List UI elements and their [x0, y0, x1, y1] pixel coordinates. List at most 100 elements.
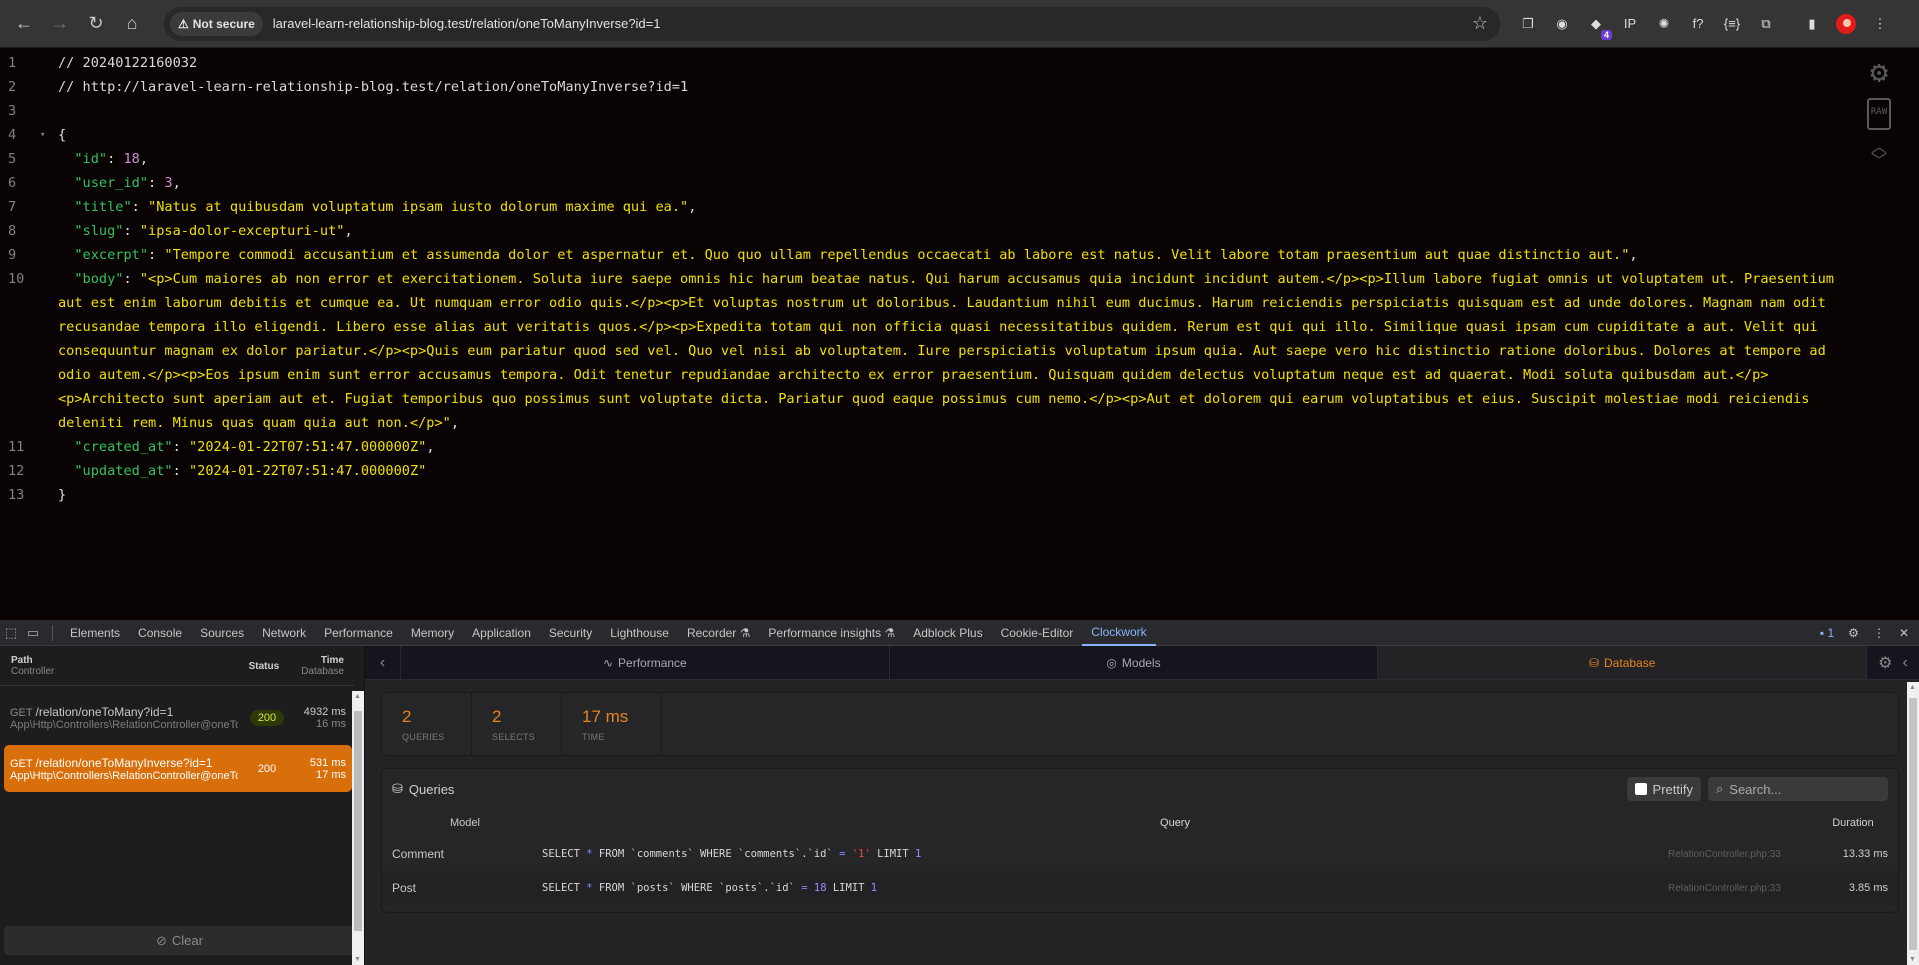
prettify-checkbox[interactable] — [1634, 783, 1647, 795]
sql-token: FROM `comments` WHERE `comments`.`id` — [592, 848, 840, 860]
scroll-down-arrow-icon: ▼ — [1909, 956, 1916, 963]
code-line: 13} — [0, 483, 1919, 507]
address-bar[interactable]: ⚠ Not secure laravel-learn-relationship-b… — [164, 6, 1500, 41]
header-status: Status — [248, 661, 280, 672]
code-content: "excerpt": "Tempore commodi accusantium … — [58, 243, 1919, 267]
devtools-tab[interactable]: Network — [253, 620, 315, 646]
devtools-tab[interactable]: Security — [540, 620, 601, 646]
column-model[interactable]: Model — [382, 817, 542, 829]
request-row[interactable]: GET /relation/oneToMany?id=1 App\Http\Con… — [4, 694, 352, 741]
main-scrollbar[interactable]: ▲ ▼ — [1907, 682, 1919, 965]
scroll-thumb[interactable] — [1909, 698, 1917, 950]
home-button[interactable]: ⌂ — [116, 8, 148, 40]
expand-chevron-down-icon[interactable]: ﹀ — [1871, 153, 1887, 169]
prettify-toggle[interactable]: Prettify — [1626, 777, 1701, 801]
devtools-menu-icon[interactable]: ⋮ — [1873, 626, 1885, 640]
json-token: // 20240122160032 — [58, 55, 198, 71]
bookmark-star-icon[interactable]: ☆ — [1472, 13, 1488, 34]
column-duration[interactable]: Duration — [1808, 817, 1898, 829]
clear-button[interactable]: ⊘ Clear — [4, 926, 355, 955]
ip-extension-icon[interactable]: IP — [1620, 14, 1640, 34]
models-icon: ◎ — [1106, 655, 1117, 670]
request-time: 531 ms — [309, 756, 346, 769]
url-text[interactable]: laravel-learn-relationship-blog.test/rel… — [273, 16, 1472, 31]
scroll-thumb[interactable] — [354, 711, 362, 931]
stat-time: 17 ms TIME — [562, 693, 662, 755]
devtools-tab[interactable]: Recorder ⚗ — [678, 620, 759, 646]
code-line: 9 "excerpt": "Tempore commodi accusantiu… — [0, 243, 1919, 267]
query-source-link[interactable]: RelationController.php:33 — [1668, 883, 1808, 894]
code-content: "updated_at": "2024-01-22T07:51:47.00000… — [58, 459, 1919, 483]
column-query[interactable]: Query — [542, 817, 1808, 829]
devtools-tab[interactable]: Lighthouse — [601, 620, 678, 646]
raw-view-icon[interactable]: RAW — [1867, 98, 1891, 130]
spy-extension-icon[interactable]: ◉ — [1552, 14, 1572, 34]
request-controller: App\Http\Controllers\RelationController@… — [10, 769, 238, 782]
color-picker-extension-icon[interactable]: ✺ — [1654, 14, 1674, 34]
header-controller: Controller — [11, 666, 55, 677]
line-number: 9 — [8, 247, 17, 263]
viewer-settings-gear-icon[interactable]: ⚙ — [1870, 58, 1888, 88]
issues-counter[interactable]: ▪ 1 — [1820, 626, 1834, 640]
request-row[interactable]: GET /relation/oneToManyInverse?id=1 App\H… — [4, 745, 352, 792]
side-panel-icon[interactable]: ▮ — [1802, 14, 1822, 34]
requests-scrollbar[interactable]: ▲ ▼ — [352, 691, 364, 965]
menu-kebab-icon[interactable]: ⋮ — [1870, 14, 1890, 34]
queries-title: Queries — [408, 781, 455, 797]
font-extension-icon[interactable]: f? — [1688, 14, 1708, 34]
devtools-tab[interactable]: Elements — [61, 620, 129, 646]
code-content: // http://laravel-learn-relationship-blo… — [58, 75, 1919, 99]
back-button[interactable]: ← — [8, 8, 40, 40]
devtools-tab[interactable]: Application — [463, 620, 540, 646]
collapse-chevron-left-icon[interactable]: ‹ — [1903, 654, 1908, 672]
query-row[interactable]: Comment SELECT * FROM `comments` WHERE `c… — [382, 837, 1898, 871]
queries-panel: ⛁ Queries Prettify ⌕ Search... Model Quer… — [381, 768, 1899, 913]
devtools-tab[interactable]: Cookie-Editor — [992, 620, 1083, 646]
profile-avatar[interactable] — [1836, 13, 1856, 34]
copy-extension-icon[interactable]: ❐ — [1518, 14, 1538, 34]
back-chevron-icon[interactable]: ‹ — [365, 646, 401, 679]
fold-gutter — [40, 99, 58, 123]
json-token: // http://laravel-learn-relationship-blo… — [58, 79, 689, 95]
json-extension-icon[interactable]: {≡} — [1722, 14, 1742, 34]
puzzle-extensions-icon[interactable]: ⧉ — [1756, 14, 1776, 34]
query-source-link[interactable]: RelationController.php:33 — [1668, 849, 1808, 860]
performance-icon: ∿ — [602, 655, 614, 670]
devtools-tab[interactable]: Clockwork — [1082, 620, 1156, 646]
clockwork-settings-gear-icon[interactable]: ⚙ — [1878, 653, 1892, 673]
clear-label: Clear — [171, 933, 203, 948]
devtools-tab[interactable]: Sources — [191, 620, 253, 646]
stack-extension-icon[interactable]: ◆ 4 — [1586, 14, 1612, 40]
reload-button[interactable]: ↻ — [80, 8, 112, 40]
forward-button[interactable]: → — [44, 8, 76, 40]
database-stats: 2 QUERIES 2 SELECTS 17 ms TIME — [381, 692, 1899, 756]
tab-models[interactable]: ◎ Models — [890, 646, 1379, 679]
devtools-settings-gear-icon[interactable]: ⚙ — [1848, 626, 1859, 640]
security-indicator[interactable]: ⚠ Not secure — [170, 11, 263, 36]
clockwork-main: ‹ ∿ Performance ◎ Models ⛁ Database ⚙ ‹ 2 QUERI… — [365, 646, 1919, 965]
devtools-tab[interactable]: Adblock Plus — [904, 620, 991, 646]
clockwork-tabs: ‹ ∿ Performance ◎ Models ⛁ Database ⚙ ‹ — [365, 646, 1919, 680]
code-line: 10 "body": "<p>Cum maiores ab non error … — [0, 267, 1919, 435]
device-toolbar-icon[interactable]: ▭ — [22, 625, 44, 641]
devtools-tab[interactable]: Memory — [402, 620, 463, 646]
fold-toggle-icon[interactable]: ▾ — [40, 123, 58, 147]
sql-token: 1 — [870, 882, 878, 894]
tab-database[interactable]: ⛁ Database — [1378, 646, 1868, 679]
devtools-tab[interactable]: Performance — [315, 620, 402, 646]
close-devtools-icon[interactable]: ✕ — [1899, 626, 1909, 640]
search-input[interactable]: ⌕ Search... — [1708, 777, 1888, 801]
inspect-element-icon[interactable]: ⬚ — [0, 625, 22, 641]
query-row[interactable]: Post SELECT * FROM `posts` WHERE `posts`.… — [382, 871, 1898, 905]
json-token: "user_id" — [74, 175, 149, 191]
requests-sidebar: Path Controller Status Time Database GET /… — [0, 646, 365, 965]
devtools-tab[interactable]: Console — [129, 620, 191, 646]
code-line: 12 "updated_at": "2024-01-22T07:51:47.00… — [0, 459, 1919, 483]
code-content: // 20240122160032 — [58, 51, 1919, 75]
code-content: "slug": "ipsa-dolor-excepturi-ut", — [58, 219, 1919, 243]
tab-performance[interactable]: ∿ Performance — [401, 646, 890, 679]
fold-gutter — [40, 267, 58, 435]
devtools-tab[interactable]: Performance insights ⚗ — [759, 620, 904, 646]
request-url: /relation/oneToMany?id=1 — [35, 704, 174, 719]
